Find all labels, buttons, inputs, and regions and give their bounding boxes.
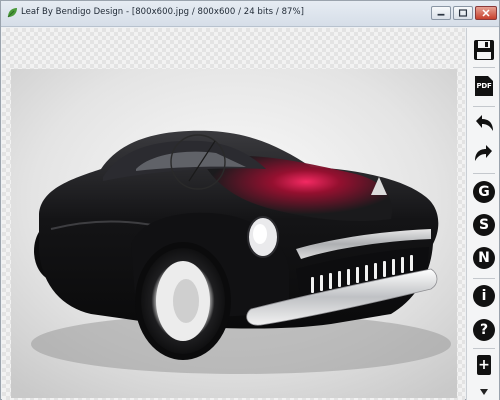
s-label: S: [478, 217, 490, 233]
minimize-icon: [437, 13, 445, 16]
floppy-disk-icon: [474, 40, 494, 60]
maximize-icon: [458, 9, 468, 17]
window-title: Leaf By Bendigo Design - [800x600.jpg / …: [21, 7, 304, 17]
right-toolbar: PDF G S N i ? +: [466, 28, 499, 400]
leaf-app-icon: [6, 7, 18, 19]
toolbar-divider: [473, 67, 495, 68]
add-button[interactable]: +: [472, 353, 496, 377]
minimize-button[interactable]: [431, 6, 451, 20]
toolbar-divider: [473, 106, 495, 107]
app-window: Leaf By Bendigo Design - [800x600.jpg / …: [0, 0, 500, 400]
maximize-button[interactable]: [453, 6, 473, 20]
add-label: +: [478, 357, 490, 373]
redo-icon: [475, 145, 492, 161]
s-button[interactable]: S: [472, 213, 496, 237]
help-button[interactable]: ?: [472, 318, 496, 342]
close-icon: [482, 9, 490, 17]
car-photo: [11, 69, 457, 398]
image-canvas[interactable]: [2, 28, 465, 400]
save-button[interactable]: [472, 38, 496, 62]
g-label: G: [478, 184, 490, 200]
help-label: ?: [479, 322, 489, 338]
undo-button[interactable]: [472, 112, 496, 136]
g-button[interactable]: G: [472, 180, 496, 204]
redo-button[interactable]: [472, 142, 496, 166]
chevron-down-icon[interactable]: [480, 389, 488, 395]
car-image: [11, 69, 457, 398]
n-label: N: [478, 250, 490, 266]
toolbar-divider: [473, 348, 495, 349]
title-bar[interactable]: Leaf By Bendigo Design - [800x600.jpg / …: [1, 1, 499, 27]
info-label: i: [481, 288, 487, 304]
info-button[interactable]: i: [472, 284, 496, 308]
pdf-label: PDF: [476, 82, 492, 90]
toolbar-divider: [473, 278, 495, 279]
toolbar-divider: [473, 173, 495, 174]
close-button[interactable]: [475, 6, 497, 20]
undo-icon: [476, 115, 493, 131]
pdf-button[interactable]: PDF: [472, 74, 496, 98]
n-button[interactable]: N: [472, 246, 496, 270]
